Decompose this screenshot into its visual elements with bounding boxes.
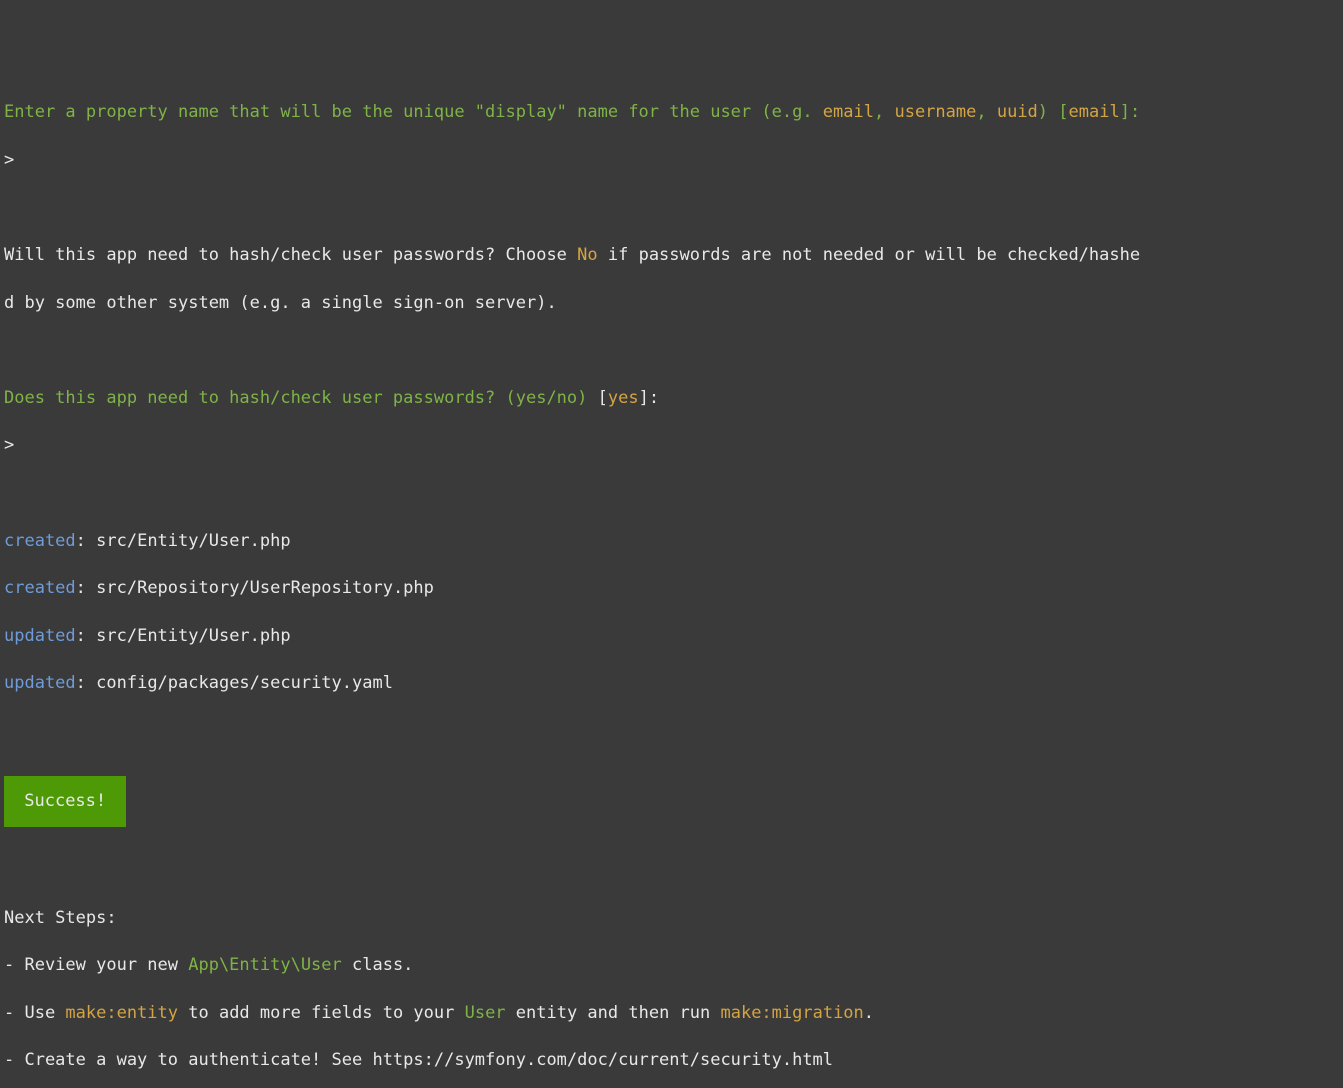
next-step-1: - Review your new App\Entity\User class.	[4, 954, 1339, 978]
file-updated-2: updated: config/packages/security.yaml	[4, 672, 1339, 696]
file-updated-1: updated: src/Entity/User.php	[4, 625, 1339, 649]
prompt-hash-password: Does this app need to hash/check user pa…	[4, 387, 1339, 411]
hash-question-line2: d by some other system (e.g. a single si…	[4, 292, 1339, 316]
app-entity-user-class: App\Entity\User	[188, 955, 342, 975]
example-uuid: uuid	[997, 102, 1038, 122]
default-yes: yes	[608, 388, 639, 408]
file-created-2: created: src/Repository/UserRepository.p…	[4, 577, 1339, 601]
prompt-display-name: Enter a property name that will be the u…	[4, 101, 1339, 125]
next-step-2: - Use make:entity to add more fields to …	[4, 1002, 1339, 1026]
default-email: email	[1069, 102, 1120, 122]
make-migration-cmd: make:migration	[720, 1003, 863, 1023]
next-step-3: - Create a way to authenticate! See http…	[4, 1049, 1339, 1073]
no-word: No	[577, 245, 597, 265]
user-entity: User	[465, 1003, 506, 1023]
hash-question-line1: Will this app need to hash/check user pa…	[4, 244, 1339, 268]
prompt-cursor-2[interactable]: >	[4, 434, 1339, 458]
example-username: username	[894, 102, 976, 122]
success-badge: Success!	[4, 776, 126, 828]
example-email: email	[823, 102, 874, 122]
make-entity-cmd: make:entity	[65, 1003, 178, 1023]
prompt-cursor-1[interactable]: >	[4, 149, 1339, 173]
file-created-1: created: src/Entity/User.php	[4, 530, 1339, 554]
next-steps-header: Next Steps:	[4, 907, 1339, 931]
prompt-text: Enter a property name that will be the u…	[4, 102, 823, 122]
